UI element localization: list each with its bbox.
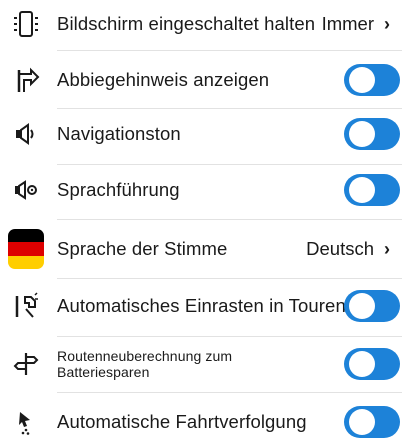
snap-route-icon (8, 288, 44, 324)
row-keep-screen-on[interactable]: Bildschirm eingeschaltet halten Immer › (0, 0, 402, 48)
toggle-knob (349, 293, 375, 319)
german-flag-icon (8, 229, 44, 269)
divider (57, 164, 402, 165)
row-battery-recalc[interactable]: Routenneuberechnung zum Batteriesparen (0, 340, 402, 388)
turn-sign-icon (8, 62, 44, 98)
toggle-knob (349, 177, 375, 203)
toggle-knob (349, 351, 375, 377)
row-auto-snap[interactable]: Automatisches Einrasten in Touren (0, 282, 402, 330)
divider (57, 219, 402, 220)
speaker-icon (8, 116, 44, 152)
row-label: Abbiegehinweis anzeigen (57, 69, 270, 90)
toggle-switch[interactable] (344, 64, 400, 96)
row-voice-guidance[interactable]: Sprachführung (0, 166, 402, 214)
toggle-knob (349, 121, 375, 147)
row-label: Sprache der Stimme (57, 238, 228, 259)
toggle-knob (349, 67, 375, 93)
toggle-knob (349, 409, 375, 435)
divider (57, 278, 402, 279)
divider (57, 50, 402, 51)
row-turn-hint[interactable]: Abbiegehinweis anzeigen (0, 56, 402, 104)
divider (57, 392, 402, 393)
row-label: Bildschirm eingeschaltet halten (57, 13, 316, 34)
divider (57, 336, 402, 337)
toggle-switch[interactable] (344, 406, 400, 438)
settings-list: Bildschirm eingeschaltet halten Immer › … (0, 0, 402, 443)
voice-speaker-icon (8, 172, 44, 208)
row-label: Routenneuberechnung zum Batteriesparen (57, 348, 233, 380)
row-value: Deutsch (306, 238, 374, 259)
row-label: Automatisches Einrasten in Touren (57, 295, 346, 316)
chevron-right-icon: › (384, 13, 390, 34)
row-voice-language[interactable]: Sprache der Stimme Deutsch › (0, 225, 402, 273)
auto-tracking-icon (8, 404, 44, 440)
toggle-switch[interactable] (344, 348, 400, 380)
row-label: Automatische Fahrtverfolgung (57, 411, 307, 432)
divider (57, 108, 402, 109)
toggle-switch[interactable] (344, 118, 400, 150)
toggle-switch[interactable] (344, 290, 400, 322)
row-label: Sprachführung (57, 179, 180, 200)
row-value: Immer (321, 13, 374, 34)
phone-screen-icon (8, 6, 44, 42)
chevron-right-icon: › (384, 238, 390, 259)
route-recalc-icon (8, 346, 44, 382)
row-nav-sound[interactable]: Navigationston (0, 110, 402, 158)
row-auto-tracking[interactable]: Automatische Fahrtverfolgung (0, 398, 402, 446)
toggle-switch[interactable] (344, 174, 400, 206)
row-label: Navigationston (57, 123, 181, 144)
